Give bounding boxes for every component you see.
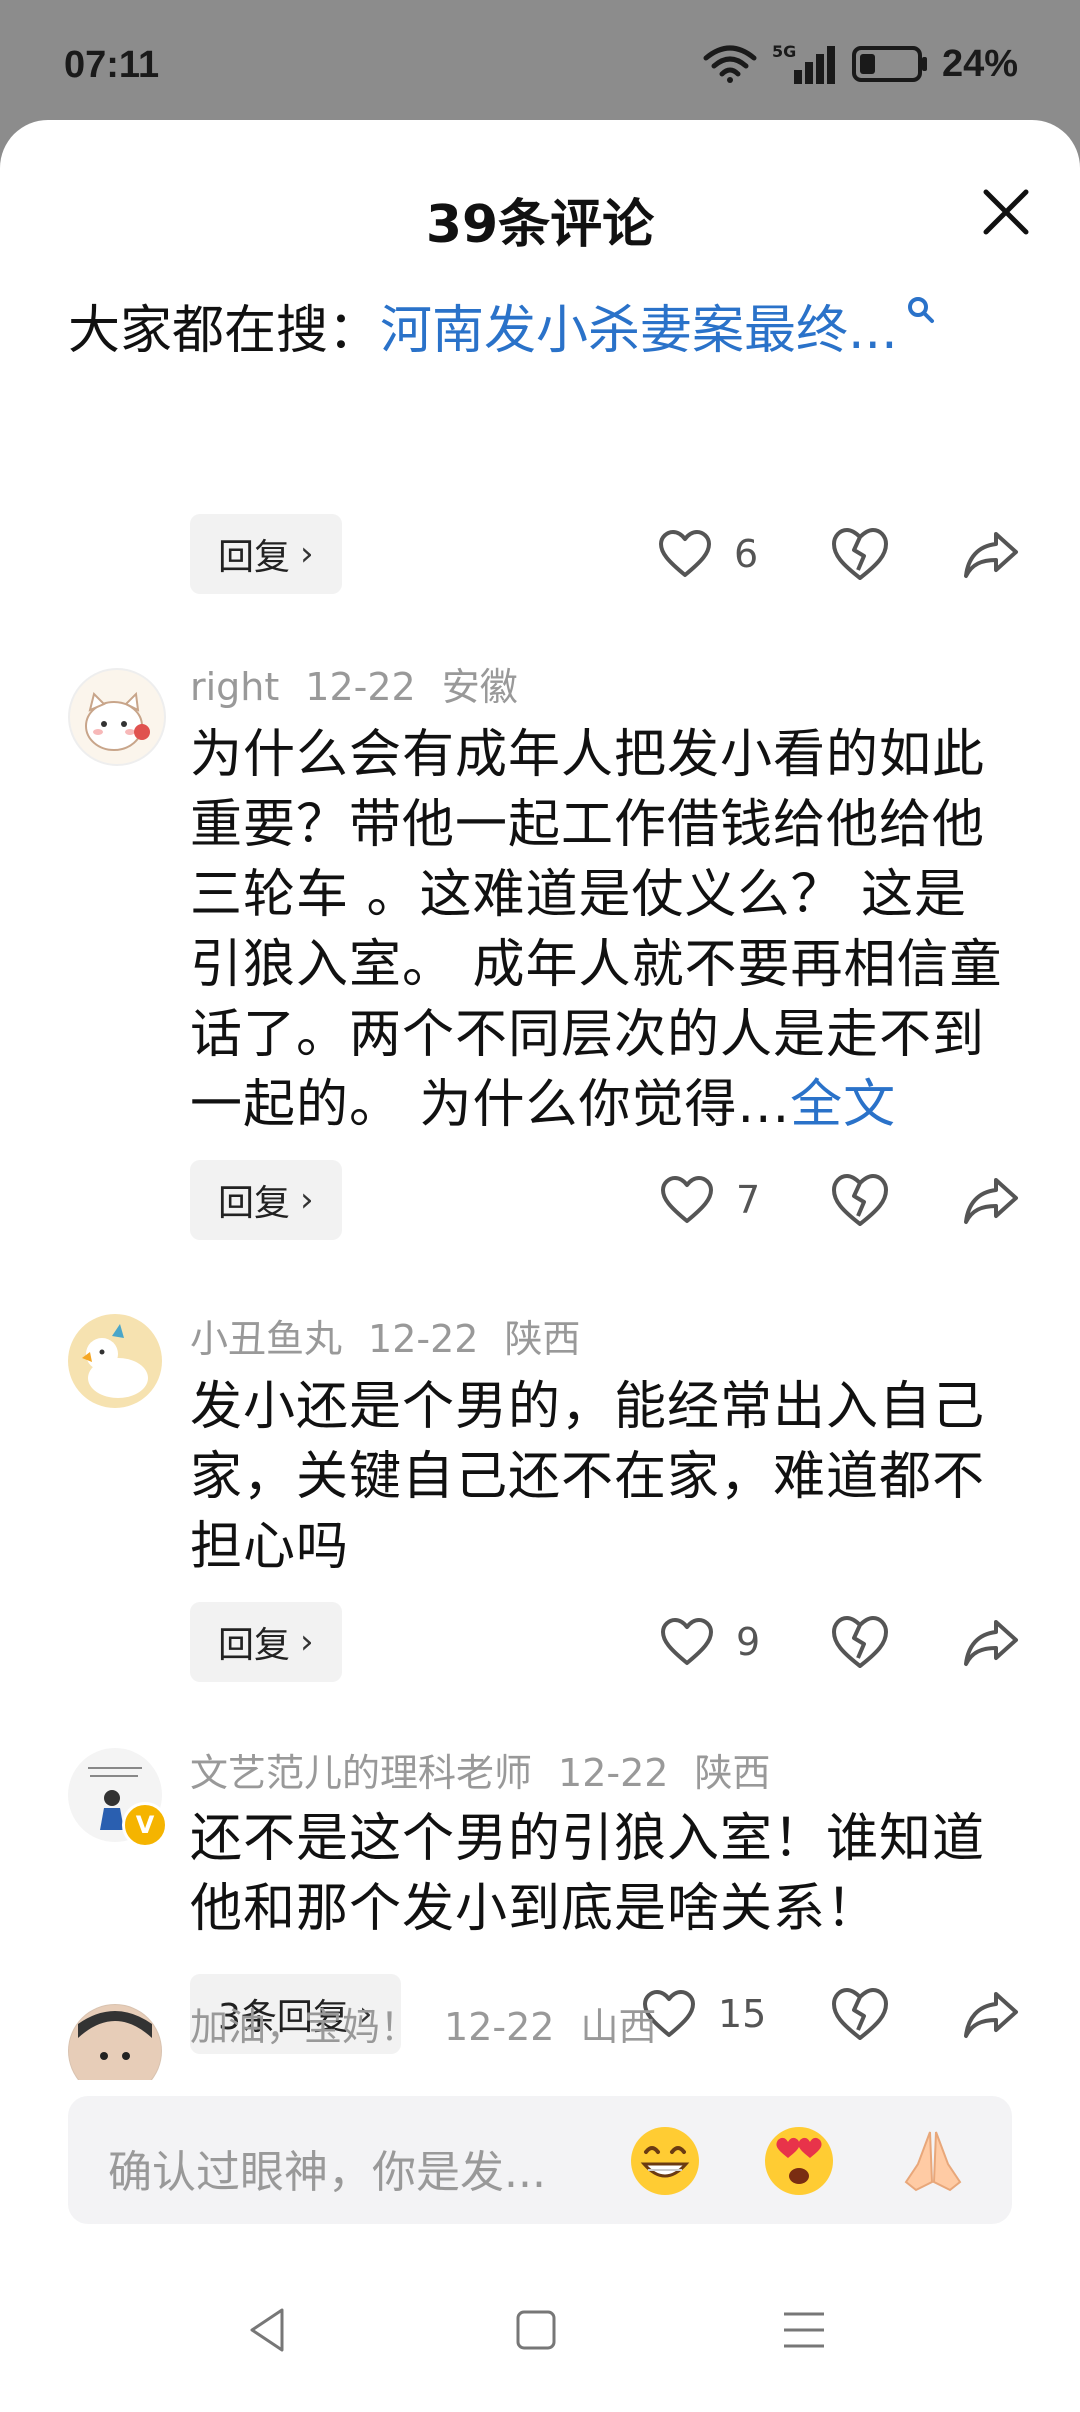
comment-input[interactable]: 确认过眼神，你是发... bbox=[108, 2136, 546, 2200]
sheet-header: 39条评论 大家都在搜： 河南发小杀妻案最终... bbox=[0, 120, 1080, 361]
status-icons: 5G 24% bbox=[702, 42, 1018, 86]
broken-heart-icon[interactable] bbox=[830, 524, 890, 584]
chevron-right-icon: › bbox=[300, 1180, 314, 1220]
comment-meta: 小丑鱼丸 12-22 陕西 bbox=[190, 1308, 606, 1363]
share-icon[interactable] bbox=[962, 1170, 1022, 1230]
comment-meta: 加油，宝妈！ 12-22 山西 bbox=[190, 1996, 682, 2051]
comment-actions: 回复 › 7 bbox=[190, 1160, 1022, 1240]
comment-actions: 回复 › 6 bbox=[190, 514, 1022, 594]
username[interactable]: right bbox=[190, 665, 279, 709]
broken-heart-icon[interactable] bbox=[830, 1170, 890, 1230]
comment-date: 12-22 bbox=[444, 2005, 555, 2049]
share-icon[interactable] bbox=[962, 524, 1022, 584]
like-count: 6 bbox=[734, 532, 759, 576]
comment-location: 陕西 bbox=[694, 1751, 771, 1795]
verified-badge-icon: V bbox=[122, 1802, 168, 1848]
comment-list[interactable]: 回复 › 6 right 12-22 安徽 为什么会有成年人把发小看的如此重要？… bbox=[0, 380, 1080, 2080]
reply-button[interactable]: 回复 › bbox=[190, 1602, 342, 1682]
baby-avatar-icon bbox=[69, 2005, 161, 2080]
avatar[interactable]: V bbox=[68, 1748, 168, 1848]
grin-emoji-icon[interactable] bbox=[628, 2124, 702, 2198]
cellular-signal-icon: 5G bbox=[772, 42, 838, 86]
suggestion-label: 大家都在搜： bbox=[68, 301, 381, 361]
avatar[interactable] bbox=[68, 2004, 162, 2080]
chevron-right-icon: › bbox=[300, 1622, 314, 1662]
expand-full-text-link[interactable]: 全文 bbox=[790, 1075, 896, 1135]
suggestion-query[interactable]: 河南发小杀妻案最终... bbox=[380, 288, 898, 363]
search-suggestion[interactable]: 大家都在搜： 河南发小杀妻案最终... bbox=[68, 288, 936, 363]
heart-icon bbox=[659, 530, 711, 577]
battery-icon bbox=[851, 46, 927, 82]
status-bar: 07:11 5G 24% bbox=[0, 0, 1080, 120]
recents-nav-icon[interactable] bbox=[774, 2300, 834, 2360]
avatar[interactable] bbox=[68, 1314, 162, 1408]
reply-button[interactable]: 回复 › bbox=[190, 1160, 342, 1240]
chevron-right-icon: › bbox=[300, 534, 314, 574]
avatar[interactable] bbox=[68, 668, 166, 766]
like-count: 15 bbox=[718, 1992, 767, 2036]
comment-count-title: 39条评论 bbox=[425, 195, 655, 255]
like-button[interactable]: 9 bbox=[660, 1602, 760, 1682]
broken-heart-icon[interactable] bbox=[830, 1984, 890, 2044]
comment-text: 发小还是个男的，能经常出入自己家，关键自己还不在家，难道都不担心吗 bbox=[190, 1377, 986, 1577]
comment-location: 陕西 bbox=[504, 1317, 581, 1361]
comment-location: 山西 bbox=[580, 2005, 657, 2049]
like-count: 9 bbox=[736, 1620, 761, 1664]
battery-percent: 24% bbox=[941, 42, 1018, 85]
navigation-bar bbox=[0, 2250, 1080, 2412]
comment-text: 还不是这个男的引狼入室！谁知道他和那个发小到底是啥关系！ bbox=[190, 1809, 986, 1939]
search-icon bbox=[907, 296, 934, 323]
comment-text: 为什么会有成年人把发小看的如此重要？带他一起工作借钱给他给他三轮车 。这难道是仗… bbox=[190, 725, 1003, 1135]
like-button[interactable]: 7 bbox=[660, 1160, 760, 1240]
username[interactable]: 文艺范儿的理科老师 bbox=[190, 1751, 532, 1795]
username[interactable]: 小丑鱼丸 bbox=[190, 1317, 342, 1361]
share-icon[interactable] bbox=[962, 1984, 1022, 2044]
status-time: 07:11 bbox=[64, 44, 160, 86]
comment-date: 12-22 bbox=[558, 1751, 669, 1795]
wifi-icon bbox=[703, 45, 757, 83]
back-nav-icon[interactable] bbox=[238, 2300, 298, 2360]
praying-hands-emoji-icon[interactable] bbox=[896, 2124, 970, 2198]
home-nav-icon[interactable] bbox=[506, 2300, 566, 2360]
comment-date: 12-22 bbox=[305, 665, 416, 709]
broken-heart-icon[interactable] bbox=[830, 1612, 890, 1672]
heart-icon bbox=[661, 1176, 713, 1223]
duck-avatar-icon bbox=[82, 1324, 148, 1398]
comment-meta: right 12-22 安徽 bbox=[190, 656, 544, 711]
like-count: 7 bbox=[736, 1178, 761, 1222]
comment-actions: 回复 › 9 bbox=[190, 1602, 1022, 1682]
comment-input-bar[interactable]: 确认过眼神，你是发... bbox=[68, 2096, 1012, 2224]
close-icon[interactable] bbox=[976, 182, 1036, 242]
comments-sheet: 39条评论 大家都在搜： 河南发小杀妻案最终... 回复 › 6 right 1… bbox=[0, 120, 1080, 2412]
like-button[interactable]: 6 bbox=[658, 514, 758, 594]
username[interactable]: 加油，宝妈！ bbox=[190, 2005, 418, 2049]
cat-avatar-icon bbox=[85, 691, 150, 751]
comment-location: 安徽 bbox=[441, 665, 518, 709]
comment-meta: 文艺范儿的理科老师 12-22 陕西 bbox=[190, 1742, 796, 1797]
comment-date: 12-22 bbox=[368, 1317, 479, 1361]
reply-button[interactable]: 回复 › bbox=[190, 514, 342, 594]
heart-icon bbox=[661, 1618, 713, 1665]
share-icon[interactable] bbox=[962, 1612, 1022, 1672]
heart-eyes-emoji-icon[interactable] bbox=[762, 2124, 836, 2198]
